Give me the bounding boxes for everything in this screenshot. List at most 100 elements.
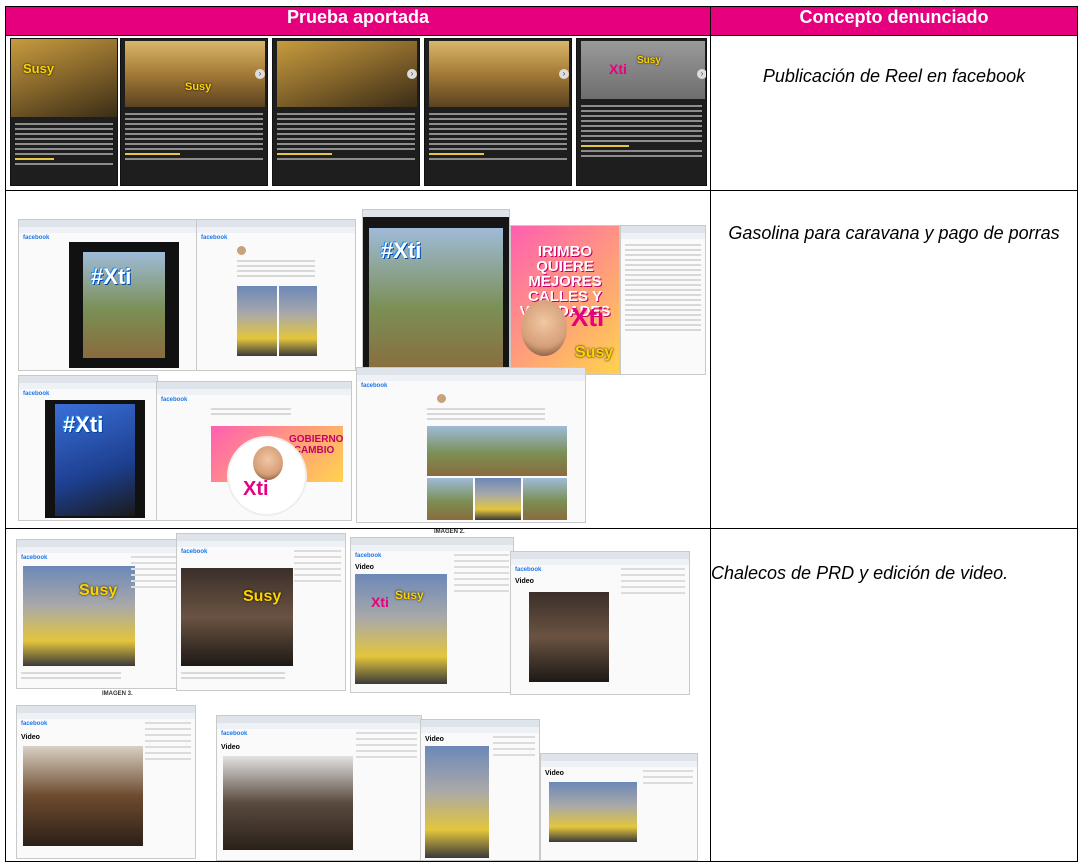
- video-frame: Susy: [23, 566, 135, 666]
- caption-text: [125, 113, 263, 163]
- hashtag-banner: #Xti: [63, 412, 104, 437]
- facebook-logo: facebook: [361, 383, 388, 389]
- imagen-2-label: IMAGEN 2.: [434, 529, 465, 535]
- reel-frame-1: Susy: [10, 38, 118, 186]
- brand-logo: Xti: [243, 478, 269, 500]
- reel-frame-2: Susy ›: [120, 38, 268, 186]
- video-frame: Xti Susy: [355, 574, 447, 684]
- fb-screenshot-g: facebook GOBIERNO CAMBIO Xti: [156, 381, 352, 521]
- next-arrow-icon[interactable]: ›: [407, 69, 417, 79]
- video-title: [181, 672, 285, 682]
- video-frame: [425, 746, 489, 858]
- fb-video-6: facebook Video: [216, 715, 422, 861]
- reel-photo: [277, 41, 417, 107]
- video-title: [21, 672, 121, 682]
- facebook-logo: facebook: [23, 391, 50, 397]
- reel-video: #Xti: [69, 242, 179, 368]
- video-frame: [223, 756, 353, 850]
- brand-logo: Susy: [185, 81, 212, 93]
- next-arrow-icon[interactable]: ›: [697, 69, 706, 79]
- fb-screenshot-b: facebook: [196, 219, 356, 371]
- comments: [492, 736, 535, 760]
- brand-name: Susy: [575, 344, 614, 361]
- fb-screenshot-h: facebook: [356, 367, 586, 523]
- facebook-logo: facebook: [515, 567, 542, 573]
- reel-frame-4: ›: [424, 38, 572, 186]
- fb-video-7: Video: [420, 719, 540, 861]
- fb-video-3: facebook Video Xti Susy: [350, 537, 514, 693]
- comments: [643, 770, 693, 788]
- post-photo: [237, 286, 277, 356]
- caption-text: [429, 113, 567, 163]
- imagen-3-label: IMAGEN 3.: [102, 691, 133, 697]
- hashtag-banner: #Xti: [91, 264, 132, 289]
- brand-logo: Xti: [571, 302, 605, 332]
- comments: [144, 722, 191, 764]
- candidate-photo: [521, 300, 567, 356]
- video-frame: [529, 592, 609, 682]
- facebook-logo: facebook: [221, 731, 248, 737]
- comments: [453, 554, 509, 596]
- comments: [620, 568, 685, 598]
- post-photo: [475, 478, 521, 520]
- video-tab-label: Video: [21, 734, 40, 741]
- row2-evidence: facebook #Xti facebook #Xti IRIMBO QUIER…: [5, 190, 711, 529]
- brand-logo: Susy: [23, 61, 55, 76]
- video-frame: Susy: [181, 568, 293, 666]
- reel-photo: Xti Susy: [581, 41, 705, 99]
- reel-photo: Susy: [11, 39, 117, 117]
- reel-photo: Susy: [125, 41, 265, 107]
- gasoline-screenshots: facebook #Xti facebook #Xti IRIMBO QUIER…: [6, 191, 710, 528]
- next-arrow-icon[interactable]: ›: [255, 69, 265, 79]
- avatar: [237, 246, 246, 255]
- hashtag-banner: #Xti: [381, 238, 422, 263]
- facebook-logo: facebook: [161, 397, 188, 403]
- reel-photo: [429, 41, 569, 107]
- caption-text: [581, 105, 702, 160]
- video-tab-label: Video: [425, 736, 444, 743]
- post-photo: [427, 478, 473, 520]
- next-arrow-icon[interactable]: ›: [559, 69, 569, 79]
- video-tab-label: Video: [545, 770, 564, 777]
- fb-video-2: facebook Susy: [176, 533, 346, 691]
- row3-evidence: facebook Susy IMAGEN 3. facebook Susy IM…: [5, 528, 711, 862]
- fb-video-1: facebook Susy: [16, 539, 182, 689]
- fb-screenshot-c: #Xti: [362, 209, 510, 379]
- post-text: [237, 260, 315, 280]
- video-tab-label: Video: [515, 578, 534, 585]
- video-tab-label: Video: [355, 564, 374, 571]
- row3-concept: Chalecos de PRD y edición de video.: [710, 528, 1078, 862]
- facebook-logo: facebook: [21, 721, 48, 727]
- facebook-logo: facebook: [355, 553, 382, 559]
- candidate-badge: Xti: [227, 436, 307, 516]
- row2-concept: Gasolina para caravana y pago de porras: [710, 190, 1078, 529]
- post-photo: [523, 478, 567, 520]
- facebook-logo: facebook: [21, 555, 48, 561]
- vest-screenshots: facebook Susy IMAGEN 3. facebook Susy IM…: [6, 529, 710, 861]
- comments: [625, 244, 701, 334]
- fb-screenshot-a: facebook #Xti: [18, 219, 200, 371]
- fb-video-8: Video: [540, 753, 698, 861]
- brand-name: Susy: [637, 55, 661, 66]
- reel-frame-3: ›: [272, 38, 420, 186]
- brand-logo: Xti: [371, 594, 389, 610]
- fb-video-5: facebook Video: [16, 705, 196, 859]
- post-text: [211, 408, 291, 418]
- comments: [355, 732, 417, 762]
- brand-name: Susy: [243, 588, 282, 605]
- campaign-poster: IRIMBO QUIERE MEJORES CALLES Y VIALIDADE…: [510, 225, 620, 375]
- header-concept: Concepto denunciado: [710, 6, 1078, 36]
- reel-frame-5: Xti Susy ›: [576, 38, 707, 186]
- fb-comments: [620, 225, 706, 375]
- facebook-logo: facebook: [201, 235, 228, 241]
- fb-screenshot-f: facebook #Xti: [18, 375, 158, 521]
- row1-concept: Publicación de Reel en facebook: [710, 35, 1078, 191]
- video-frame: [549, 782, 637, 842]
- brand-logo: Xti: [609, 61, 627, 77]
- row1-evidence: Susy Susy › › › Xti Susy ›: [5, 35, 711, 191]
- brand-name: Susy: [395, 588, 424, 602]
- reel-video: #Xti: [45, 400, 145, 518]
- comments: [131, 556, 177, 592]
- evidence-table: Prueba aportada Concepto denunciado Susy…: [5, 6, 1078, 862]
- header-evidence: Prueba aportada: [5, 6, 711, 36]
